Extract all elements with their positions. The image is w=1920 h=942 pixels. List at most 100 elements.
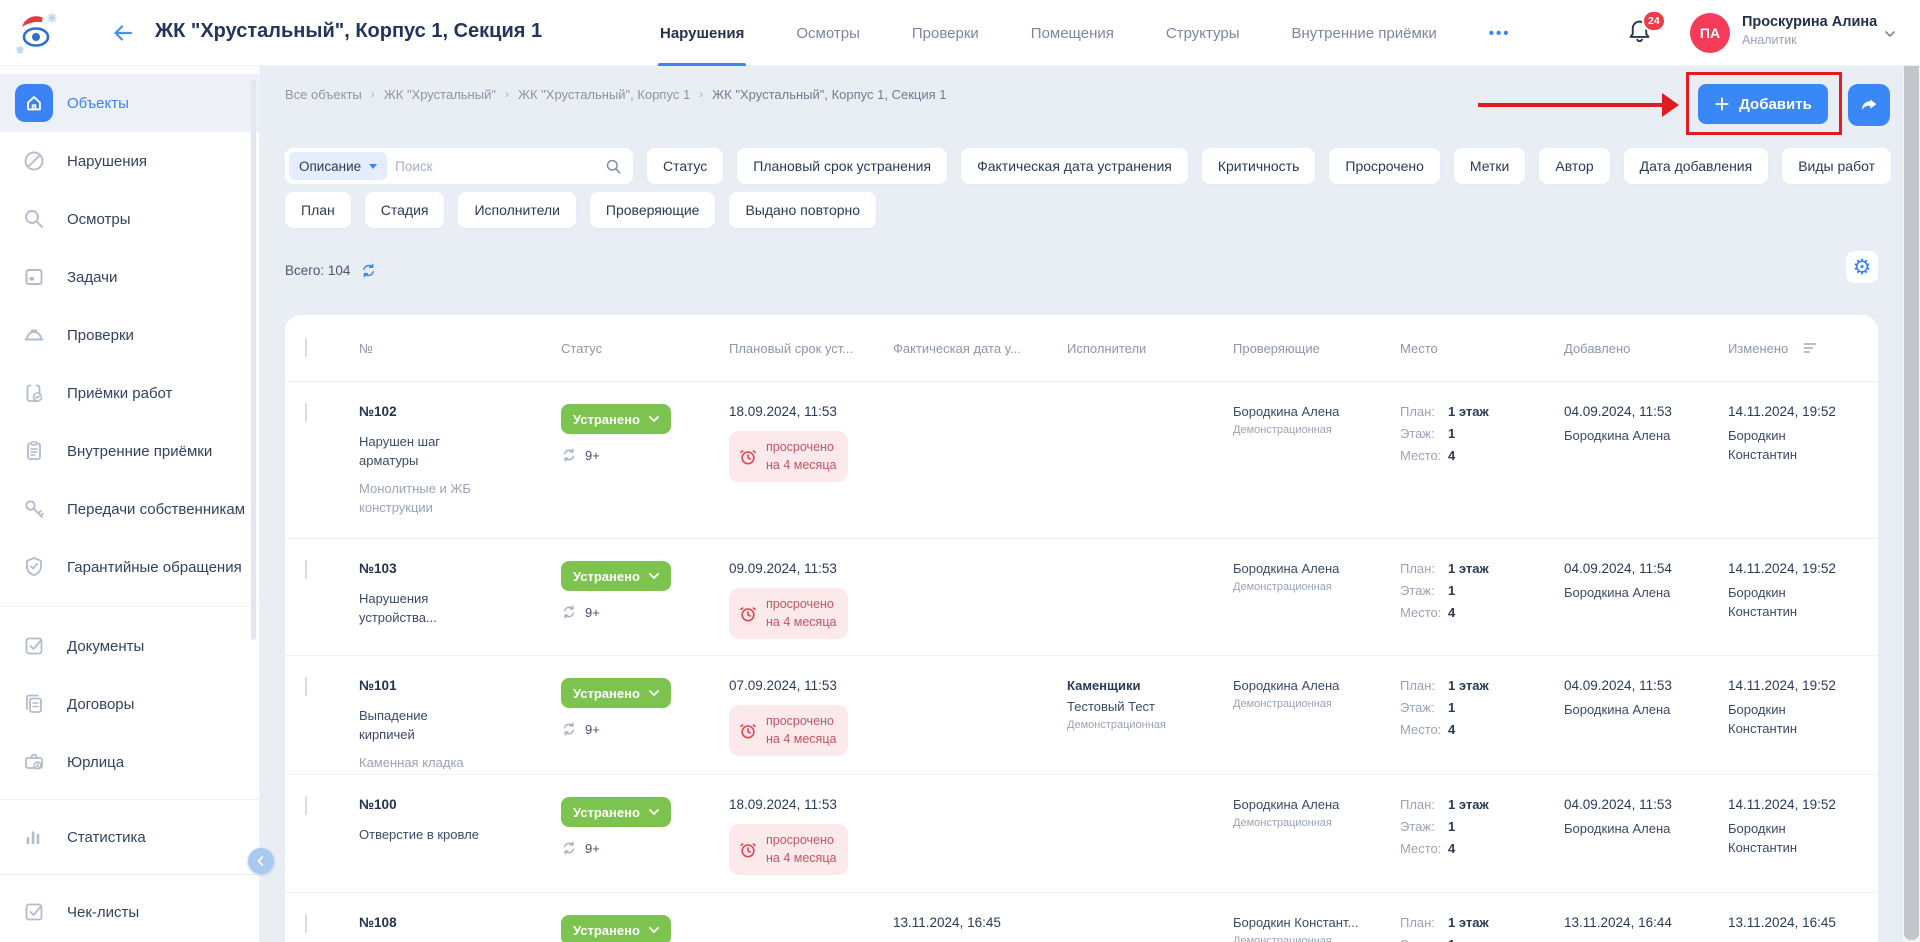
reviewer-name: Бородкин Констант... (1233, 915, 1363, 930)
app-root: ЖК "Хрустальный", Корпус 1, Секция 1 Нар… (0, 0, 1920, 942)
table-row[interactable]: №100 Отверстие в кровле Устранено 9+ 18.… (285, 774, 1878, 892)
sidebar-item-documents[interactable]: Документы (0, 617, 259, 675)
sidebar-item-violations[interactable]: Нарушения (0, 132, 259, 190)
select-all-checkbox[interactable] (305, 338, 307, 357)
summary-row: Всего: 104 (285, 262, 1920, 279)
sidebar-item-owner-transfers[interactable]: Передачи собственникам (0, 480, 259, 538)
avatar[interactable]: ПА (1690, 13, 1730, 53)
table-row[interactable]: №103 Нарушения устройства... Устранено 9… (285, 538, 1878, 655)
sidebar-item-inspections[interactable]: Осмотры (0, 190, 259, 248)
sidebar-item-checks[interactable]: Проверки (0, 306, 259, 364)
filter-chip-criticality[interactable]: Критичность (1202, 148, 1316, 184)
tab-inspections[interactable]: Осмотры (796, 0, 860, 66)
filter-chip-overdue[interactable]: Просрочено (1329, 148, 1440, 184)
row-checkbox[interactable] (305, 796, 307, 815)
filter-chip-executors[interactable]: Исполнители (458, 192, 575, 228)
sidebar-item-contracts[interactable]: Договоры (0, 675, 259, 733)
added-date: 04.09.2024, 11:53 (1564, 404, 1716, 419)
repeat-icon (561, 721, 577, 737)
table-settings-button[interactable]: ⚙ (1846, 251, 1878, 283)
page-scrollbar (1903, 0, 1920, 942)
sidebar-item-objects[interactable]: Объекты (0, 74, 259, 132)
filter-chip-actual-date[interactable]: Фактическая дата устранения (961, 148, 1188, 184)
search-field-selector[interactable]: Описание (289, 152, 387, 180)
violation-title: Отверстие в кровле (359, 826, 481, 845)
table-row[interactable]: №108 Устранено 13.11.2024, 16:45 Бородки… (285, 892, 1878, 942)
added-date: 04.09.2024, 11:53 (1564, 678, 1716, 693)
status-pill[interactable]: Устранено (561, 797, 671, 827)
briefcase-user-icon (15, 743, 53, 781)
violation-category: Монолитные и ЖБ конструкции (359, 480, 481, 518)
search-box: Описание (285, 148, 633, 184)
notifications-bell-icon[interactable]: 24 (1626, 16, 1662, 52)
tab-checks[interactable]: Проверки (912, 0, 979, 66)
executor-team: Каменщики (1067, 678, 1221, 693)
breadcrumb-section: ЖК "Хрустальный", Корпус 1, Секция 1 (712, 87, 946, 102)
refresh-icon[interactable] (360, 262, 377, 279)
filter-chip-author[interactable]: Автор (1539, 148, 1609, 184)
sidebar-item-tasks[interactable]: Задачи (0, 248, 259, 306)
row-checkbox[interactable] (305, 560, 307, 579)
added-by: Бородкина Алена (1564, 427, 1682, 446)
sidebar-item-legal-entities[interactable]: Юрлица (0, 733, 259, 791)
add-button[interactable]: Добавить (1698, 84, 1828, 124)
col-number: № (359, 341, 561, 356)
filter-chip-reviewers[interactable]: Проверяющие (590, 192, 716, 228)
filter-chip-date-added[interactable]: Дата добавления (1624, 148, 1769, 184)
row-checkbox[interactable] (305, 403, 307, 422)
sidebar-item-internal-acceptances[interactable]: Внутренние приёмки (0, 422, 259, 480)
table-header-row: № Статус Плановый срок уст... Фактическа… (285, 315, 1878, 381)
col-actual-date: Фактическая дата у... (893, 341, 1067, 356)
filter-chip-planned-date[interactable]: Плановый срок устранения (737, 148, 947, 184)
filter-chip-status[interactable]: Статус (647, 148, 723, 184)
sidebar-item-statistics[interactable]: Статистика (0, 808, 259, 866)
status-pill[interactable]: Устранено (561, 915, 671, 942)
breadcrumb-all-objects[interactable]: Все объекты (285, 87, 362, 102)
filter-chip-reissued[interactable]: Выдано повторно (729, 192, 876, 228)
chevron-down-icon[interactable] (1882, 26, 1898, 42)
table-row[interactable]: №102 Нарушен шаг арматуры Монолитные и Ж… (285, 381, 1878, 538)
back-arrow-button[interactable] (110, 21, 138, 45)
share-button[interactable] (1848, 84, 1890, 126)
sidebar-collapse-button[interactable] (248, 848, 274, 874)
table-row[interactable]: №101 Выпадение кирпичей Каменная кладка … (285, 655, 1878, 774)
sidebar-item-work-acceptances[interactable]: Приёмки работ (0, 364, 259, 422)
sidebar-item-checklists[interactable]: Чек-листы (0, 883, 259, 941)
status-pill[interactable]: Устранено (561, 404, 671, 434)
app-logo-icon[interactable] (12, 8, 62, 58)
sidebar-item-warranty-claims[interactable]: Гарантийные обращения (0, 538, 259, 596)
place-cell: План:1 этаж Этаж:1 Место:4 (1400, 404, 1564, 470)
breadcrumb-complex[interactable]: ЖК "Хрустальный" (384, 87, 496, 102)
filter-bar-row1: Описание Статус Плановый срок устранения… (285, 148, 1920, 184)
row-checkbox[interactable] (305, 914, 307, 933)
reviewer-name: Бородкина Алена (1233, 561, 1363, 576)
search-input[interactable] (387, 159, 604, 174)
status-pill[interactable]: Устранено (561, 561, 671, 591)
filter-chip-tags[interactable]: Метки (1454, 148, 1526, 184)
breadcrumb-building[interactable]: ЖК "Хрустальный", Корпус 1 (518, 87, 690, 102)
user-menu[interactable]: Проскурина Алина Аналитик (1742, 14, 1877, 47)
added-by: Бородкина Алена (1564, 820, 1682, 839)
overdue-badge: просроченона 4 месяца (729, 588, 848, 639)
filter-chip-plan[interactable]: План (285, 192, 351, 228)
changed-by: Бородкин Константин (1728, 820, 1846, 858)
tabs-overflow-ellipsis-icon[interactable]: ••• (1489, 25, 1511, 42)
status-pill[interactable]: Устранено (561, 678, 671, 708)
planned-date: 07.09.2024, 11:53 (729, 678, 881, 693)
filter-chip-stage[interactable]: Стадия (365, 192, 445, 228)
task-card-icon (15, 258, 53, 296)
scrollbar-thumb[interactable] (1904, 16, 1919, 940)
reviewer-org: Демонстрационная (1233, 817, 1388, 829)
tab-internal-acceptances[interactable]: Внутренние приёмки (1291, 0, 1436, 66)
tab-structures[interactable]: Структуры (1166, 0, 1240, 66)
col-reviewers: Проверяющие (1233, 341, 1400, 356)
tab-premises[interactable]: Помещения (1031, 0, 1114, 66)
filter-chip-work-types[interactable]: Виды работ (1782, 148, 1891, 184)
row-checkbox[interactable] (305, 677, 307, 696)
sort-icon[interactable] (1802, 340, 1818, 356)
sidebar-scrollbar[interactable] (251, 80, 256, 640)
repeat-icon (561, 840, 577, 856)
clipboard-check-icon (15, 374, 53, 412)
tab-violations[interactable]: Нарушения (660, 0, 744, 66)
col-added: Добавлено (1564, 341, 1728, 356)
